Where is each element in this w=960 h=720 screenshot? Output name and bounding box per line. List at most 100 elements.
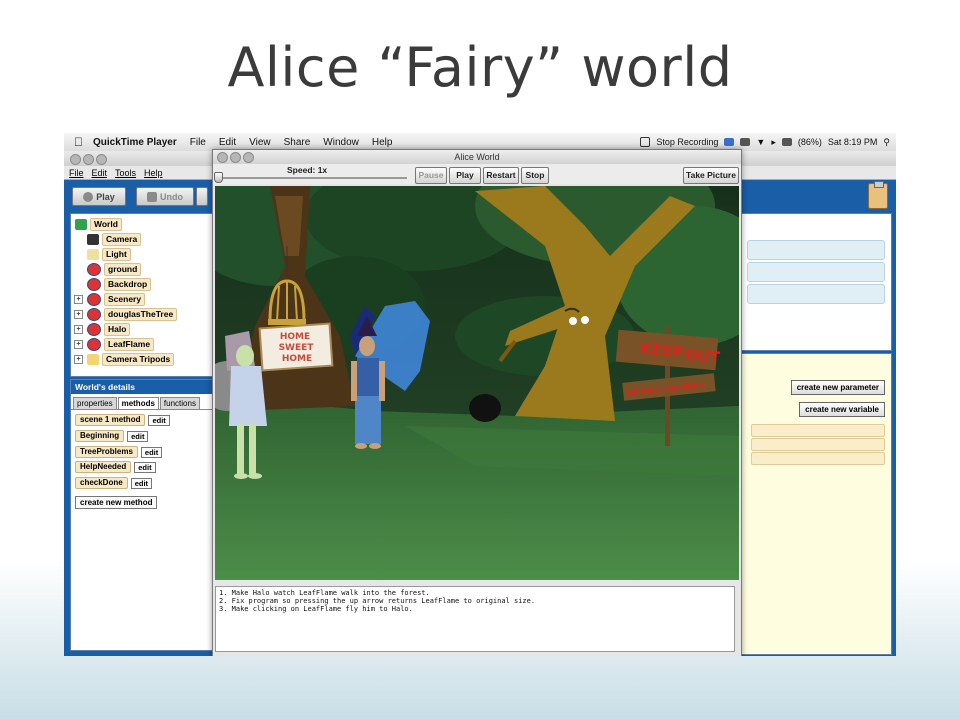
tree-item-label: Scenery <box>104 292 146 306</box>
menu-edit[interactable]: Edit <box>219 137 236 148</box>
apple-icon[interactable]:  <box>74 135 83 149</box>
ide-menu-file[interactable]: File <box>69 168 84 178</box>
volume-icon[interactable]: ▸ <box>771 137 776 148</box>
instruction-2: 2. Fix program so pressing the up arrow … <box>219 597 536 605</box>
time-machine-icon[interactable] <box>740 138 751 146</box>
speed-slider-knob[interactable] <box>214 172 223 183</box>
play-button[interactable]: Play <box>449 167 481 184</box>
expand-icon[interactable]: + <box>74 310 83 319</box>
ide-redo-button[interactable] <box>196 187 208 206</box>
menu-view[interactable]: View <box>249 137 271 148</box>
wifi-icon[interactable]: ▼ <box>756 137 765 147</box>
tree-item[interactable]: + LeafFlame <box>74 337 155 351</box>
ide-play-button[interactable]: Play <box>72 187 126 206</box>
menu-file[interactable]: File <box>190 137 206 148</box>
instructions-textarea[interactable]: 1. Make Halo watch LeafFlame walk into t… <box>215 586 735 652</box>
expand-icon[interactable]: + <box>74 340 83 349</box>
world-title: Alice World <box>454 152 500 162</box>
scene-illustration: HOME SWEET HOME KEEP OUT NO BUGS ALLOWED <box>215 186 739 580</box>
tab-methods[interactable]: methods <box>117 397 159 409</box>
statement-row[interactable] <box>751 452 885 465</box>
tree-item[interactable]: ground <box>87 262 142 276</box>
restart-button[interactable]: Restart <box>483 167 519 184</box>
tree-item-label: Backdrop <box>104 277 152 291</box>
tree-item[interactable]: + douglasTheTree <box>74 307 178 321</box>
speed-label: Speed: 1x <box>287 165 328 175</box>
stop-button[interactable]: Stop <box>521 167 549 184</box>
object-tree: World Camera Light ground Backdrop + Scenery + d… <box>70 213 214 377</box>
edit-button[interactable]: edit <box>148 414 170 426</box>
menu-app-name[interactable]: QuickTime Player <box>93 137 177 148</box>
ide-menu-help[interactable]: Help <box>144 168 163 178</box>
stop-recording-label[interactable]: Stop Recording <box>656 137 718 147</box>
menu-help[interactable]: Help <box>372 137 393 148</box>
tree-item-label: ground <box>104 262 142 276</box>
tree-item-label: Halo <box>104 322 131 336</box>
close-button[interactable] <box>70 154 81 165</box>
edit-button[interactable]: edit <box>140 446 163 458</box>
edit-button[interactable]: edit <box>134 461 156 473</box>
method-editor-body: create new parameter create new variable <box>740 353 892 655</box>
editor-row[interactable] <box>747 262 885 282</box>
clock[interactable]: Sat 8:19 PM <box>828 137 878 147</box>
edit-button[interactable]: edit <box>127 430 149 442</box>
adobe-icon[interactable] <box>724 138 735 146</box>
method-row: checkDone edit <box>75 477 153 489</box>
expand-icon[interactable]: + <box>74 295 83 304</box>
method-scene1[interactable]: scene 1 method <box>75 414 146 426</box>
minimize-button[interactable] <box>83 154 94 165</box>
editor-row[interactable] <box>747 240 885 260</box>
tab-functions[interactable]: functions <box>159 397 200 409</box>
instruction-3: 3. Make clicking on LeafFlame fly him to… <box>219 605 413 613</box>
create-new-method-button[interactable]: create new method <box>75 496 158 509</box>
ide-undo-button[interactable]: Undo <box>136 187 194 206</box>
expand-icon[interactable]: + <box>74 325 83 334</box>
statement-row[interactable] <box>751 438 885 451</box>
tree-item[interactable]: Light <box>87 247 131 261</box>
tree-item[interactable]: + Halo <box>74 322 131 336</box>
record-icon[interactable] <box>640 137 651 147</box>
menu-window[interactable]: Window <box>323 137 359 148</box>
tree-item[interactable]: + Camera Tripods <box>74 352 175 366</box>
take-picture-button[interactable]: Take Picture <box>683 167 739 184</box>
create-new-parameter-button[interactable]: create new parameter <box>790 380 885 395</box>
object-icon <box>87 262 101 276</box>
method-treeproblems[interactable]: TreeProblems <box>75 446 138 458</box>
method-row: HelpNeeded edit <box>75 461 156 473</box>
tree-item[interactable]: + Scenery <box>74 292 146 306</box>
clipboard-icon[interactable] <box>868 181 888 209</box>
ide-menu-edit[interactable]: Edit <box>92 168 108 178</box>
ground-grass <box>215 396 739 580</box>
light-icon <box>87 248 99 260</box>
menu-share[interactable]: Share <box>284 137 311 148</box>
object-icon <box>87 277 101 291</box>
statement-row[interactable] <box>751 424 885 437</box>
expand-icon[interactable]: + <box>74 355 83 364</box>
world-titlebar: Alice World <box>213 150 741 165</box>
tree-item[interactable]: Camera <box>87 232 142 246</box>
search-icon[interactable]: ⚲ <box>883 137 890 148</box>
tree-item[interactable]: World <box>75 217 122 231</box>
pause-button[interactable]: Pause <box>415 167 447 184</box>
world-3d-view[interactable]: HOME SWEET HOME KEEP OUT NO BUGS ALLOWED <box>215 186 739 580</box>
sign-out: OUT <box>684 346 721 367</box>
tree-item-label: Camera <box>102 232 142 246</box>
battery-icon[interactable] <box>781 138 792 146</box>
zoom-button[interactable] <box>96 154 107 165</box>
object-icon <box>87 322 101 336</box>
tab-properties[interactable]: properties <box>73 397 117 409</box>
ide-menu-tools[interactable]: Tools <box>115 168 136 178</box>
method-beginning[interactable]: Beginning <box>75 430 125 442</box>
object-icon <box>87 307 101 321</box>
ide-undo-label: Undo <box>160 191 183 202</box>
speed-slider-track[interactable] <box>217 177 407 179</box>
method-checkdone[interactable]: checkDone <box>75 477 128 489</box>
edit-button[interactable]: edit <box>130 477 153 489</box>
home-sweet-home-sign: HOME SWEET HOME <box>258 322 334 372</box>
create-new-variable-button[interactable]: create new variable <box>799 402 885 417</box>
editor-row[interactable] <box>747 284 885 304</box>
sign-home-line1: HOME <box>280 332 310 342</box>
tree-item[interactable]: Backdrop <box>87 277 152 291</box>
folder-icon <box>87 353 99 365</box>
method-helpneeded[interactable]: HelpNeeded <box>75 461 132 473</box>
